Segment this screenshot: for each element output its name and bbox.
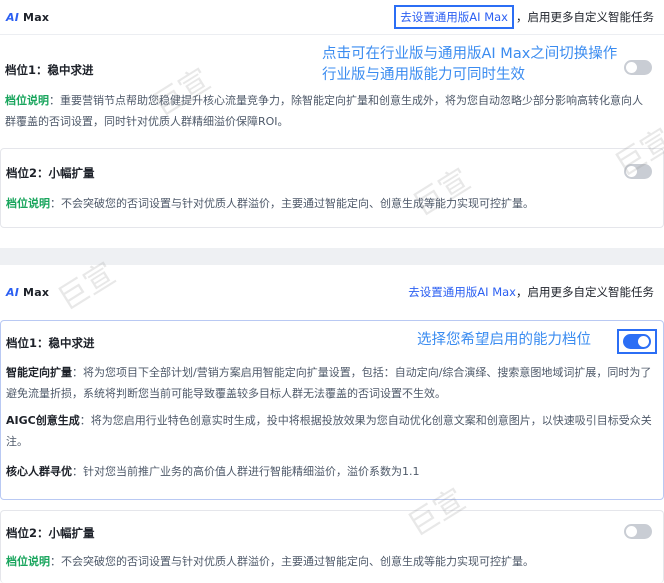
toggle-knob [626,62,637,73]
tier2-desc-text: ：不会突破您的否词设置与针对优质人群溢价，主要通过智能定向、创意生成等能力实现可… [50,555,534,568]
header-link-group: 去设置通用版AI Max，启用更多自定义智能任务 [394,5,654,29]
general-ai-max-link[interactable]: 去设置通用版AI Max [394,5,514,29]
switch-annotation: 点击可在行业版与通用版AI Max之间切换操作 行业版与通用版能力可同时生效 [322,44,617,86]
header-link-tail: ，启用更多自定义智能任务 [516,10,654,24]
tier1-title: 档位1：稳中求进 [5,63,94,77]
tier2-card[interactable]: 档位2：小幅扩量 档位说明：不会突破您的否词设置与针对优质人群溢价，主要通过智能… [0,148,664,228]
feature-text: ：将为您项目下全部计划/营销方案启用智能定向扩量设置，包括：自动定向/综合演绎、… [6,366,652,400]
header-link-tail: ，启用更多自定义智能任务 [516,285,654,299]
tier2-description: 档位说明：不会突破您的否词设置与针对优质人群溢价，主要通过智能定向、创意生成等能… [6,193,654,214]
toggle-knob [638,336,649,347]
toggle-knob [626,166,637,177]
tier1-description: 档位说明：重要营销节点帮助您稳健提升核心流量竞争力，除智能定向扩量和创意生成外，… [5,90,653,132]
ai-max-logo: AI Max [6,286,50,299]
annotation-line-1: 点击可在行业版与通用版AI Max之间切换操作 [322,46,618,62]
general-ai-max-link[interactable]: 去设置通用版AI Max [408,285,516,299]
annotation-line-2: 行业版与通用版能力可同时生效 [322,67,525,83]
feature-text: ：针对您当前推广业务的高价值人群进行智能精细溢价，溢价系数为1.1 [72,465,420,478]
tier2-title: 档位2：小幅扩量 [6,526,95,540]
tier2-desc-text: ：不会突破您的否词设置与针对优质人群溢价，主要通过智能定向、创意生成等能力实现可… [50,197,534,210]
tier1-desc-text: ：重要营销节点帮助您稳健提升核心流量竞争力，除智能定向扩量和创意生成外，将为您自… [5,94,643,128]
ai-max-logo: AI Max [6,11,50,24]
feature-core-audience: 核心人群寻优：针对您当前推广业务的高价值人群进行智能精细溢价，溢价系数为1.1 [6,461,654,482]
feature-aigc: AIGC创意生成：将为您启用行业特色创意实时生成，投中将根据投放效果为您自动优化… [6,410,654,452]
screenshot-divider [0,248,664,265]
feature-name: 核心人群寻优 [6,465,72,478]
tier2-desc-label: 档位说明 [6,197,50,210]
tier1-toggle[interactable] [624,60,652,75]
tier2-title: 档位2：小幅扩量 [6,166,95,180]
tier1-desc-label: 档位说明 [5,94,49,107]
feature-name: 智能定向扩量 [6,366,72,379]
toggle-knob [626,526,637,537]
tier2-desc-label: 档位说明 [6,555,50,568]
header-link-group: 去设置通用版AI Max，启用更多自定义智能任务 [408,284,654,300]
tier2-description: 档位说明：不会突破您的否词设置与针对优质人群溢价，主要通过智能定向、创意生成等能… [6,551,654,572]
feature-smart-targeting: 智能定向扩量：将为您项目下全部计划/营销方案启用智能定向扩量设置，包括：自动定向… [6,362,654,404]
feature-name: AIGC创意生成 [6,414,80,427]
top-panel: AI Max 去设置通用版AI Max ，启用更多自定义智能任务 点击可在行业版与… [0,0,664,248]
bottom-header: AI Max 去设置通用版AI Max，启用更多自定义智能任务 [0,275,664,309]
tier2-card[interactable]: 档位2：小幅扩量 档位说明：不会突破您的否词设置与针对优质人群溢价，主要通过智能… [0,510,664,583]
tier-annotation: 选择您希望启用的能力档位 [417,332,591,348]
top-header: AI Max 去设置通用版AI Max ，启用更多自定义智能任务 [0,0,664,35]
tier1-toggle[interactable] [623,334,651,349]
tier2-toggle[interactable] [624,524,652,539]
feature-text: ：将为您启用行业特色创意实时生成，投中将根据投放效果为您自动优化创意文案和创意图… [6,414,652,448]
tier2-toggle[interactable] [624,164,652,179]
tier1-card[interactable]: 档位1：稳中求进 选择您希望启用的能力档位 智能定向扩量：将为您项目下全部计划/… [0,320,664,500]
bottom-panel: AI Max 去设置通用版AI Max，启用更多自定义智能任务 档位1：稳中求进… [0,265,664,583]
tier1-title: 档位1：稳中求进 [6,336,95,350]
